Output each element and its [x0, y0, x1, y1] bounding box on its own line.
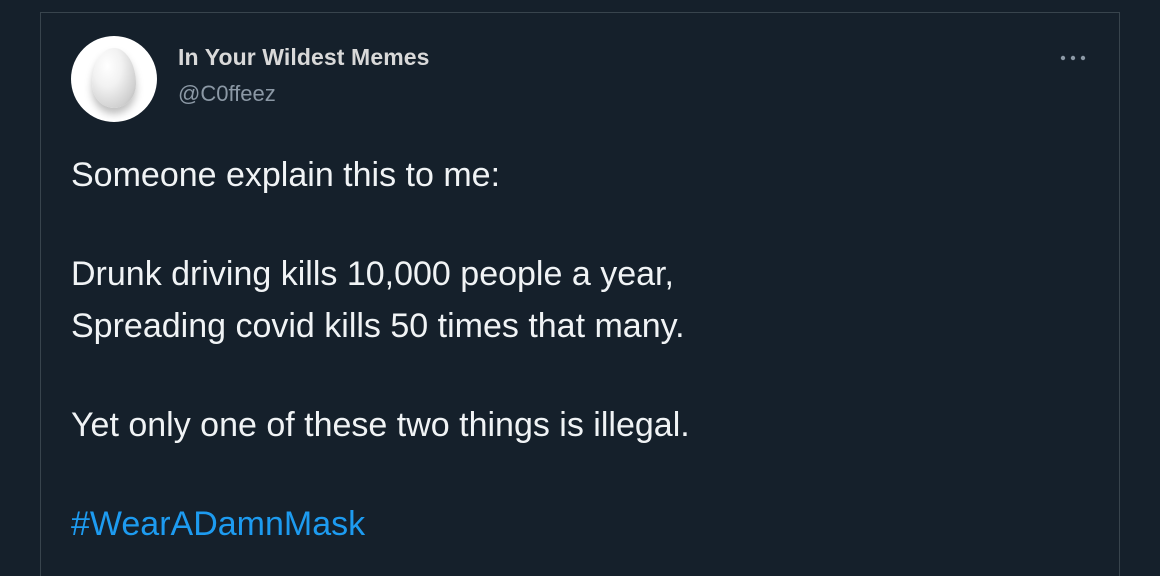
egg-avatar-icon: [92, 48, 136, 108]
more-horizontal-icon: [1060, 55, 1086, 61]
more-options-button[interactable]: [1056, 44, 1090, 72]
tweet-text-line: Spreading covid kills 50 times that many…: [71, 307, 685, 345]
top-divider: [40, 12, 1120, 13]
tweet-text-line: Yet only one of these two things is ille…: [71, 406, 690, 444]
avatar[interactable]: [71, 36, 157, 122]
right-border: [1119, 12, 1120, 576]
tweet-text-line: Drunk driving kills 10,000 people a year…: [71, 255, 674, 293]
author-display-name[interactable]: In Your Wildest Memes: [178, 44, 430, 71]
author-handle[interactable]: @C0ffeez: [178, 81, 276, 107]
tweet-card: In Your Wildest Memes @C0ffeez Someone e…: [0, 0, 1160, 576]
hashtag-link[interactable]: #WearADamnMask: [71, 504, 365, 544]
tweet-text-line: Someone explain this to me:: [71, 156, 501, 194]
left-border: [40, 12, 41, 576]
